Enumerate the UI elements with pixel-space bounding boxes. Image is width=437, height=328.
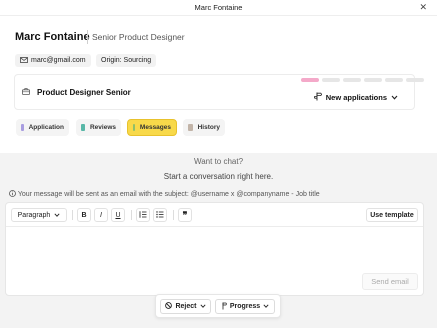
tab-messages[interactable]: Messages xyxy=(127,119,177,136)
folder-icon xyxy=(21,124,24,131)
progress-button[interactable]: Progress xyxy=(215,299,275,314)
job-card: Product Designer Senior New applications xyxy=(14,74,424,110)
origin-text: Origin: Sourcing xyxy=(101,57,152,64)
chevron-down-icon xyxy=(54,212,60,219)
progress-label: Progress xyxy=(229,303,261,310)
chevron-down-icon xyxy=(199,303,206,310)
tab-label: History xyxy=(197,124,220,131)
tab-label: Application xyxy=(28,124,64,131)
email-chip[interactable]: marc@gmail.com xyxy=(15,54,91,67)
info-icon xyxy=(9,190,18,198)
stage-step xyxy=(301,78,319,82)
stage-progress xyxy=(301,78,424,82)
toolbar-divider xyxy=(173,210,174,220)
toolbar-divider xyxy=(72,210,73,220)
chevron-down-icon xyxy=(391,93,398,102)
folder-icon xyxy=(133,124,135,131)
bullet-list-button[interactable] xyxy=(153,208,167,222)
close-icon[interactable]: ✕ xyxy=(419,2,427,13)
window-titlebar: Marc Fontaine ✕ xyxy=(0,0,437,16)
origin-chip: Origin: Sourcing xyxy=(96,54,157,67)
stage-step xyxy=(406,78,424,82)
italic-button[interactable]: I xyxy=(94,208,108,222)
stage-label: New applications xyxy=(325,93,387,102)
tab-reviews[interactable]: Reviews xyxy=(76,119,121,136)
send-email-button[interactable]: Send email xyxy=(362,273,418,290)
ordered-list-button[interactable] xyxy=(136,208,150,222)
tab-application[interactable]: Application xyxy=(16,119,69,136)
folder-icon xyxy=(188,124,193,131)
underline-button[interactable]: U xyxy=(111,208,125,222)
stage-step xyxy=(343,78,361,82)
message-editor: Paragraph B I U ❞ Use template Send emai… xyxy=(5,202,424,296)
tab-history[interactable]: History xyxy=(183,119,225,136)
signpost-icon xyxy=(313,92,322,103)
candidate-name: Marc Fontaine xyxy=(15,31,90,43)
name-divider xyxy=(87,30,88,44)
use-template-button[interactable]: Use template xyxy=(366,208,418,222)
email-subject-notice: Your message will be sent as an email wi… xyxy=(9,190,320,198)
paragraph-style-select[interactable]: Paragraph xyxy=(11,208,67,222)
stage-dropdown-button[interactable]: New applications xyxy=(313,92,398,103)
candidate-header: Marc Fontaine Senior Product Designer ma… xyxy=(0,16,437,153)
chat-empty-subtitle: Start a conversation right here. xyxy=(163,172,274,181)
tab-label: Messages xyxy=(139,124,171,131)
ban-icon xyxy=(165,302,173,311)
message-textarea[interactable] xyxy=(6,227,423,267)
quote-icon: ❞ xyxy=(182,209,188,220)
stage-step xyxy=(322,78,340,82)
briefcase-icon xyxy=(22,88,30,97)
email-text: marc@gmail.com xyxy=(31,57,86,64)
folder-icon xyxy=(81,124,85,131)
signpost-icon xyxy=(221,302,227,312)
ordered-list-icon xyxy=(139,210,147,220)
window-title: Marc Fontaine xyxy=(194,3,243,12)
editor-toolbar: Paragraph B I U ❞ Use template xyxy=(6,203,423,227)
bullet-list-icon xyxy=(156,210,164,220)
notice-text: Your message will be sent as an email wi… xyxy=(17,191,320,198)
bold-button[interactable]: B xyxy=(77,208,91,222)
paragraph-label: Paragraph xyxy=(17,211,51,219)
chevron-down-icon xyxy=(263,303,269,310)
toolbar-divider xyxy=(131,210,132,220)
quote-button[interactable]: ❞ xyxy=(178,208,192,222)
mail-icon xyxy=(20,56,28,65)
tab-label: Reviews xyxy=(89,124,116,131)
reject-label: Reject xyxy=(175,303,197,310)
stage-step xyxy=(364,78,382,82)
job-title: Product Designer Senior xyxy=(37,88,131,97)
candidate-role: Senior Product Designer xyxy=(92,32,185,42)
candidate-action-bar: Reject Progress xyxy=(155,294,281,318)
chat-empty-title: Want to chat? xyxy=(193,157,244,166)
stage-step xyxy=(385,78,403,82)
reject-button[interactable]: Reject xyxy=(160,299,211,314)
